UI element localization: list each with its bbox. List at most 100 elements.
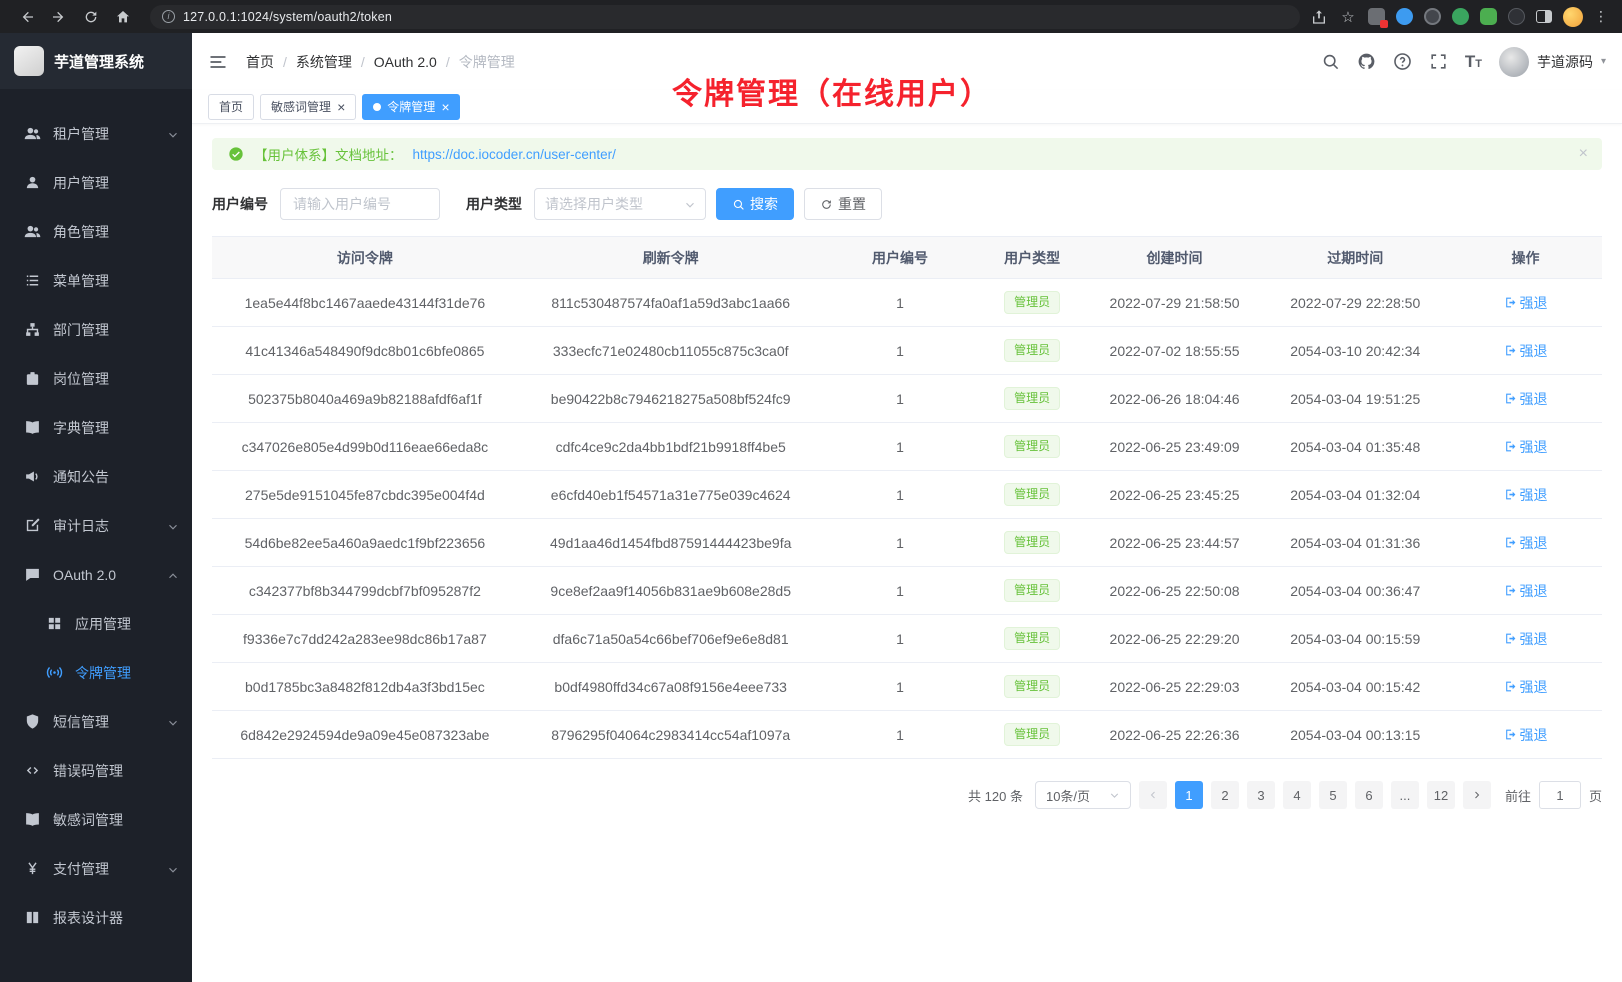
search-button[interactable]: 搜索 bbox=[716, 188, 794, 220]
force-logout-button[interactable]: 强退 bbox=[1504, 389, 1548, 409]
page-button[interactable]: 5 bbox=[1319, 781, 1347, 809]
page-button[interactable]: ... bbox=[1391, 781, 1419, 809]
breadcrumb-item[interactable]: OAuth 2.0 bbox=[352, 54, 437, 70]
menu-item-icon bbox=[24, 174, 41, 191]
force-logout-button[interactable]: 强退 bbox=[1504, 725, 1548, 745]
sidebar-menu-item[interactable]: 租户管理 bbox=[0, 109, 192, 158]
refresh-token-cell: 811c530487574fa0af1a59d3abc1aa66 bbox=[518, 279, 824, 327]
app-logo[interactable]: 芋道管理系统 bbox=[0, 33, 192, 89]
page-size-select[interactable]: 10条/页 bbox=[1035, 781, 1131, 809]
sidebar-menu-item[interactable]: 通知公告 bbox=[0, 452, 192, 501]
user-id-cell: 1 bbox=[824, 423, 977, 471]
force-logout-button[interactable]: 强退 bbox=[1504, 533, 1548, 553]
sidebar-menu-item[interactable]: 部门管理 bbox=[0, 305, 192, 354]
page-button[interactable]: 2 bbox=[1211, 781, 1239, 809]
extension-icon-green[interactable] bbox=[1452, 8, 1469, 25]
breadcrumb-item[interactable]: 首页 bbox=[246, 52, 274, 72]
action-cell: 强退 bbox=[1449, 567, 1602, 615]
share-icon[interactable] bbox=[1310, 8, 1328, 26]
action-cell: 强退 bbox=[1449, 519, 1602, 567]
force-logout-icon bbox=[1504, 680, 1517, 693]
goto-page-input[interactable] bbox=[1539, 781, 1581, 809]
browser-menu-icon[interactable]: ⋮ bbox=[1594, 8, 1608, 25]
breadcrumb-item[interactable]: 系统管理 bbox=[274, 52, 352, 72]
search-icon[interactable] bbox=[1321, 52, 1340, 71]
user-type-badge: 管理员 bbox=[1004, 291, 1060, 315]
extension-icon-dark[interactable] bbox=[1424, 8, 1441, 25]
sidebar-menu-item[interactable]: 敏感词管理 bbox=[0, 795, 192, 844]
home-icon[interactable] bbox=[114, 8, 132, 26]
help-icon[interactable] bbox=[1393, 52, 1412, 71]
sidebar-menu-item[interactable]: OAuth 2.0 bbox=[0, 550, 192, 599]
page-button[interactable]: 4 bbox=[1283, 781, 1311, 809]
menu-item-icon bbox=[24, 713, 41, 730]
sidebar-menu-item[interactable]: 应用管理 bbox=[0, 599, 192, 648]
sidebar-menu-item[interactable]: 审计日志 bbox=[0, 501, 192, 550]
reload-icon[interactable] bbox=[82, 8, 100, 26]
font-size-icon[interactable]: TT bbox=[1465, 52, 1482, 72]
menu-item-label: 令牌管理 bbox=[75, 663, 178, 683]
chevron-down-icon bbox=[166, 716, 178, 728]
sidebar-menu-item[interactable]: 用户管理 bbox=[0, 158, 192, 207]
fullscreen-icon[interactable] bbox=[1429, 52, 1448, 71]
sidebar-menu-item[interactable]: 菜单管理 bbox=[0, 256, 192, 305]
page-button[interactable]: 1 bbox=[1175, 781, 1203, 809]
refresh-token-cell: dfa6c71a50a54c66bef706ef9e6e8d81 bbox=[518, 615, 824, 663]
force-logout-button[interactable]: 强退 bbox=[1504, 677, 1548, 697]
site-info-icon[interactable]: i bbox=[162, 10, 175, 23]
tab[interactable]: 敏感词管理 × bbox=[260, 94, 356, 120]
next-page-button[interactable] bbox=[1463, 781, 1491, 809]
breadcrumb-item[interactable]: 令牌管理 bbox=[437, 52, 515, 72]
force-logout-button[interactable]: 强退 bbox=[1504, 581, 1548, 601]
split-view-icon[interactable] bbox=[1536, 10, 1552, 23]
tab[interactable]: 首页 × bbox=[208, 94, 254, 120]
page-button[interactable]: 6 bbox=[1355, 781, 1383, 809]
column-header: 刷新令牌 bbox=[518, 237, 824, 279]
tab[interactable]: 令牌管理 × bbox=[362, 94, 460, 120]
user-type-badge: 管理员 bbox=[1004, 723, 1060, 747]
close-icon[interactable]: × bbox=[337, 100, 345, 114]
page-button[interactable]: 3 bbox=[1247, 781, 1275, 809]
force-logout-button[interactable]: 强退 bbox=[1504, 485, 1548, 505]
close-icon[interactable]: × bbox=[441, 100, 449, 114]
extension-icon-blue[interactable] bbox=[1396, 8, 1413, 25]
sidebar-menu-item[interactable]: 短信管理 bbox=[0, 697, 192, 746]
access-token-cell: 41c41346a548490f9dc8b01c6bfe0865 bbox=[212, 327, 518, 375]
collapse-sidebar-icon[interactable] bbox=[208, 52, 228, 72]
sidebar-menu-item[interactable]: 报表设计器 bbox=[0, 893, 192, 942]
back-icon[interactable] bbox=[18, 8, 36, 26]
user-id-input[interactable] bbox=[280, 188, 440, 220]
chevron-down-icon bbox=[166, 569, 178, 581]
sidebar-menu-item[interactable]: 岗位管理 bbox=[0, 354, 192, 403]
alert-close-icon[interactable]: × bbox=[1579, 145, 1588, 163]
force-logout-button[interactable]: 强退 bbox=[1504, 437, 1548, 457]
page-button[interactable]: 12 bbox=[1427, 781, 1455, 809]
sidebar-menu-item[interactable]: 错误码管理 bbox=[0, 746, 192, 795]
refresh-token-cell: 8796295f04064c2983414cc54af1097a bbox=[518, 711, 824, 759]
user-menu[interactable]: 芋道源码 ▾ bbox=[1499, 47, 1606, 77]
user-id-cell: 1 bbox=[824, 615, 977, 663]
extension-icon-gray[interactable] bbox=[1508, 8, 1525, 25]
bookmark-star-icon[interactable]: ☆ bbox=[1339, 8, 1357, 26]
sidebar-menu-item[interactable]: 令牌管理 bbox=[0, 648, 192, 697]
force-logout-button[interactable]: 强退 bbox=[1504, 341, 1548, 361]
user-type-select[interactable]: 请选择用户类型 bbox=[534, 188, 706, 220]
breadcrumb: 首页系统管理OAuth 2.0令牌管理 bbox=[246, 52, 515, 72]
table-row: 502375b8040a469a9b82188afdf6af1f be90422… bbox=[212, 375, 1602, 423]
extension-icon-monitor[interactable] bbox=[1368, 8, 1385, 25]
force-logout-button[interactable]: 强退 bbox=[1504, 629, 1548, 649]
reset-button[interactable]: 重置 bbox=[804, 188, 882, 220]
extensions-puzzle-icon[interactable] bbox=[1480, 8, 1497, 25]
user-id-label: 用户编号 bbox=[212, 194, 268, 214]
prev-page-button[interactable] bbox=[1139, 781, 1167, 809]
sidebar-menu-item[interactable]: 角色管理 bbox=[0, 207, 192, 256]
sidebar-menu-item[interactable]: 支付管理 bbox=[0, 844, 192, 893]
browser-profile-avatar[interactable] bbox=[1563, 7, 1583, 27]
browser-nav-buttons bbox=[10, 8, 140, 26]
force-logout-button[interactable]: 强退 bbox=[1504, 293, 1548, 313]
sidebar-menu-item[interactable]: 字典管理 bbox=[0, 403, 192, 452]
github-icon[interactable] bbox=[1357, 52, 1376, 71]
doc-link[interactable]: https://doc.iocoder.cn/user-center/ bbox=[413, 147, 616, 162]
url-bar[interactable]: i 127.0.0.1:1024/system/oauth2/token bbox=[150, 5, 1300, 29]
forward-icon[interactable] bbox=[50, 8, 68, 26]
